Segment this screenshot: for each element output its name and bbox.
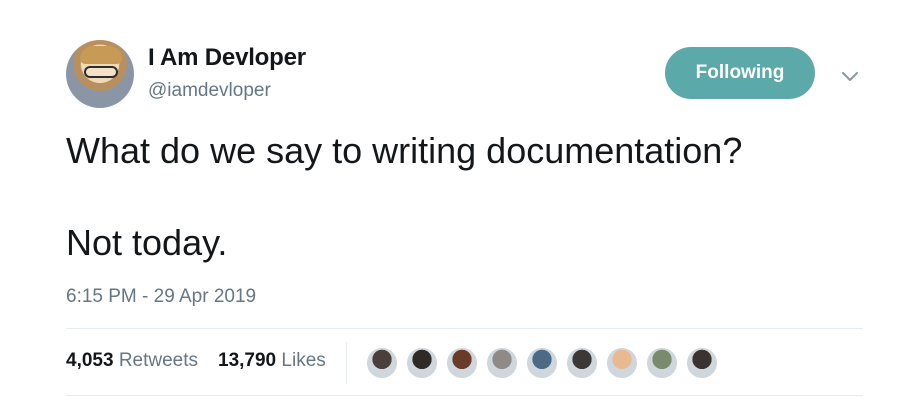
tweet-text-line: Not today. (66, 222, 228, 263)
likes-count: 13,790 (218, 350, 277, 371)
stats-separator (346, 342, 347, 384)
avatar-hair (80, 46, 122, 64)
chevron-down-icon[interactable] (838, 64, 862, 88)
liker-avatar[interactable] (565, 346, 599, 380)
likes-stat[interactable]: 13,790 Likes (218, 350, 326, 372)
liker-avatar[interactable] (485, 346, 519, 380)
liker-avatar[interactable] (365, 346, 399, 380)
avatar-glasses (84, 66, 118, 78)
retweets-count: 4,053 (66, 350, 114, 371)
author-display-name[interactable]: I Am Devloper (148, 44, 306, 72)
retweets-label: Retweets (118, 350, 199, 371)
following-button[interactable]: Following (665, 47, 815, 99)
author-handle[interactable]: @iamdevloper (148, 80, 271, 102)
liker-avatar[interactable] (445, 346, 479, 380)
liker-avatar[interactable] (645, 346, 679, 380)
author-avatar[interactable] (66, 40, 134, 108)
tweet-text-line: What do we say to writing documentation? (66, 130, 743, 171)
liker-avatar[interactable] (405, 346, 439, 380)
liker-avatar[interactable] (605, 346, 639, 380)
tweet-timestamp[interactable]: 6:15 PM - 29 Apr 2019 (66, 286, 256, 308)
liker-avatar[interactable] (685, 346, 719, 380)
likes-label: Likes (281, 350, 326, 371)
retweets-stat[interactable]: 4,053 Retweets (66, 350, 198, 372)
liker-avatar[interactable] (525, 346, 559, 380)
divider (66, 395, 863, 396)
divider (66, 328, 863, 329)
